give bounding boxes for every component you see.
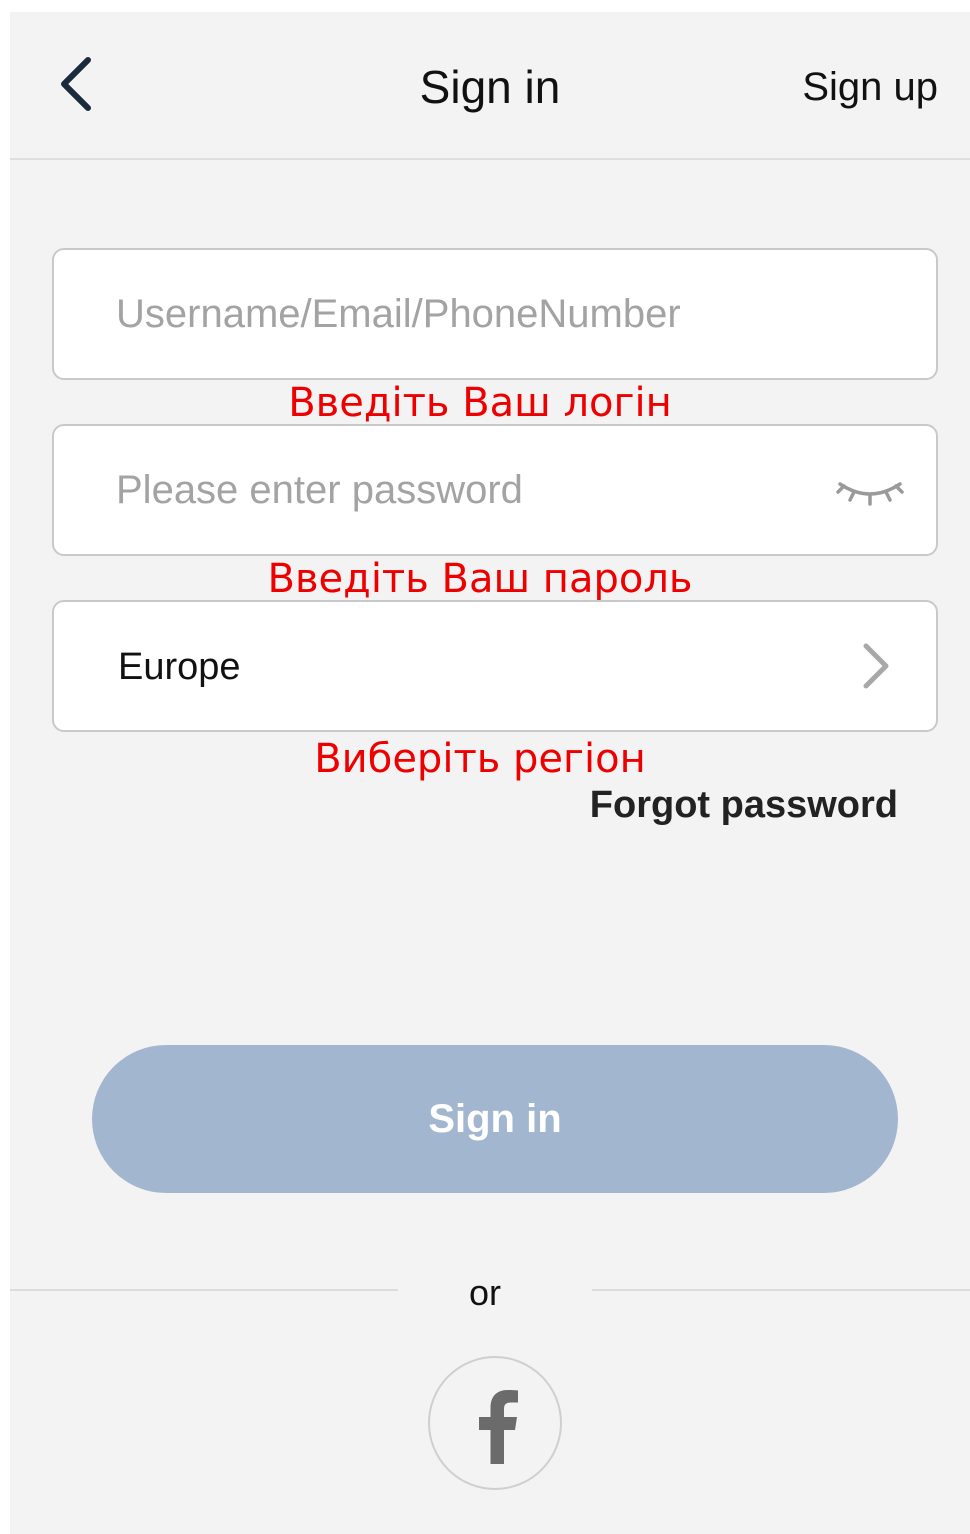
sign-in-panel: Sign in Sign up Введіть Ваш логін Введіт… xyxy=(10,12,970,1534)
username-field-container xyxy=(52,248,938,380)
sign-up-link[interactable]: Sign up xyxy=(802,62,938,112)
password-input[interactable] xyxy=(116,426,816,554)
region-value: Europe xyxy=(118,646,241,688)
annotation-login: Введіть Ваш логін xyxy=(288,380,672,426)
chevron-right-icon xyxy=(856,640,896,692)
or-separator: or xyxy=(468,1272,501,1313)
divider-right xyxy=(592,1289,970,1291)
forgot-password-link[interactable]: Forgot password xyxy=(590,782,898,828)
annotation-password: Введіть Ваш пароль xyxy=(267,556,693,602)
sign-in-button[interactable]: Sign in xyxy=(92,1045,898,1193)
password-field-container xyxy=(52,424,938,556)
facebook-icon xyxy=(479,1390,518,1464)
region-selector[interactable]: Europe xyxy=(52,600,938,732)
username-input[interactable] xyxy=(116,250,816,378)
facebook-login-button[interactable] xyxy=(428,1356,562,1490)
annotation-region: Виберіть регіон xyxy=(314,736,646,782)
sign-in-screen: Sign in Sign up Введіть Ваш логін Введіт… xyxy=(0,0,970,1534)
eye-closed-icon xyxy=(836,482,904,506)
header-bar: Sign in Sign up xyxy=(10,12,970,160)
password-visibility-toggle[interactable] xyxy=(834,470,906,510)
